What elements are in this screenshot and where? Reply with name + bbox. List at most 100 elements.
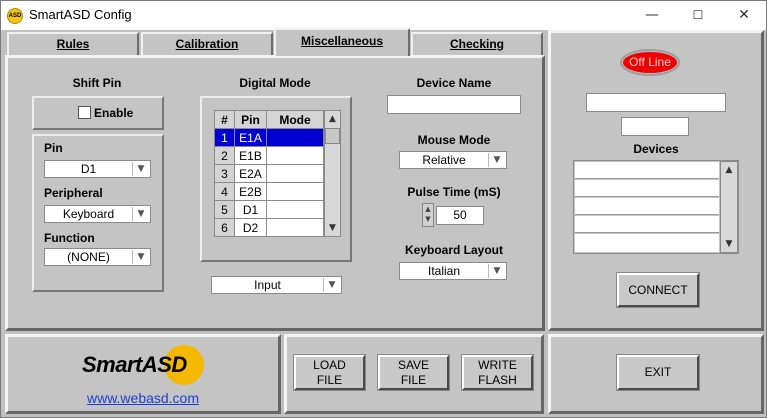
row-mode[interactable] [266, 182, 324, 201]
devices-label: Devices [633, 142, 679, 156]
row-number: 3 [214, 164, 235, 183]
table-row[interactable]: 1 E1A [214, 128, 324, 147]
row-number: 6 [214, 218, 235, 237]
pulse-time-stepper[interactable]: ▲ ▼ [422, 203, 434, 227]
digital-mode-table: # Pin Mode 1 E1A 2 E1B 3 E2A 4 E2B 5 D1 … [214, 110, 324, 237]
scroll-thumb[interactable] [325, 128, 340, 144]
row-pin: E1B [234, 146, 267, 165]
status-field-2 [621, 117, 689, 136]
save-file-label-1: SAVE [397, 357, 430, 372]
row-number: 5 [214, 200, 235, 219]
status-led-frame: Off Line [620, 49, 680, 76]
client-area: Rules Calibration Miscellaneous Checking… [1, 28, 766, 417]
scroll-up-icon[interactable]: ▲ [325, 111, 340, 127]
maximize-button[interactable]: ☐ [675, 1, 721, 30]
column-header: Pin [234, 110, 267, 129]
row-pin: E1A [234, 128, 267, 147]
exit-button[interactable]: EXIT [616, 354, 700, 391]
row-number: 4 [214, 182, 235, 201]
row-number: 1 [214, 128, 235, 147]
digital-mode-select[interactable]: Input ▼ [211, 276, 342, 294]
peripheral-select-value: Keyboard [62, 207, 115, 221]
tab-miscellaneous[interactable]: Miscellaneous [274, 28, 410, 56]
list-item[interactable] [575, 198, 719, 215]
column-header: # [214, 110, 235, 129]
pin-label: Pin [44, 141, 63, 155]
stepper-up-icon[interactable]: ▲ [423, 204, 433, 214]
row-mode[interactable] [266, 164, 324, 183]
row-pin: D1 [234, 200, 267, 219]
status-led: Off Line [623, 52, 677, 73]
save-file-button[interactable]: SAVE FILE [377, 354, 450, 391]
enable-checkbox[interactable] [78, 106, 91, 119]
keyboard-layout-select[interactable]: Italian ▼ [399, 262, 507, 280]
row-pin: E2B [234, 182, 267, 201]
table-row[interactable]: 3 E2A [214, 164, 324, 183]
table-row[interactable]: 2 E1B [214, 146, 324, 165]
function-select[interactable]: (NONE) ▼ [44, 248, 151, 266]
devices-scrollbar[interactable]: ▲ ▼ [720, 161, 738, 253]
row-mode[interactable] [266, 128, 324, 147]
logo-text: SmartASD [82, 352, 187, 377]
peripheral-label: Peripheral [44, 186, 103, 200]
pulse-time-input[interactable]: 50 [436, 206, 484, 225]
website-link[interactable]: www.webasd.com [8, 390, 278, 406]
row-mode[interactable] [266, 200, 324, 219]
tab-checking[interactable]: Checking [411, 32, 543, 56]
peripheral-select[interactable]: Keyboard ▼ [44, 205, 151, 223]
chevron-down-icon: ▼ [488, 264, 505, 278]
row-pin: E2A [234, 164, 267, 183]
pin-select[interactable]: D1 ▼ [44, 160, 151, 178]
stepper-down-icon[interactable]: ▼ [423, 214, 433, 224]
table-row[interactable]: 4 E2B [214, 182, 324, 201]
write-flash-label-1: WRITE [478, 357, 517, 372]
window-title: SmartASD Config [29, 7, 132, 22]
row-mode[interactable] [266, 218, 324, 237]
table-row[interactable]: 5 D1 [214, 200, 324, 219]
pulse-time-label: Pulse Time (mS) [407, 185, 501, 199]
keyboard-layout-value: Italian [427, 264, 461, 278]
digital-mode-title: Digital Mode [239, 76, 311, 90]
write-flash-label-2: FLASH [478, 372, 517, 387]
digital-mode-box: # Pin Mode 1 E1A 2 E1B 3 E2A 4 E2B 5 D1 … [200, 96, 352, 262]
title-bar: ASD SmartASD Config — ☐ ✕ [1, 1, 766, 30]
load-file-label-1: LOAD [313, 357, 346, 372]
scroll-down-icon[interactable]: ▼ [325, 220, 340, 236]
write-flash-button[interactable]: WRITE FLASH [461, 354, 534, 391]
table-row[interactable]: 6 D2 [214, 218, 324, 237]
exit-panel: EXIT [548, 334, 764, 414]
tab-rules[interactable]: Rules [7, 32, 139, 56]
close-button[interactable]: ✕ [721, 1, 767, 30]
scroll-up-icon[interactable]: ▲ [721, 162, 737, 178]
minimize-button[interactable]: — [629, 1, 675, 30]
keyboard-layout-label: Keyboard Layout [404, 243, 503, 257]
list-item[interactable] [575, 180, 719, 197]
scroll-down-icon[interactable]: ▼ [721, 236, 737, 252]
row-pin: D2 [234, 218, 267, 237]
enable-label: Enable [94, 106, 134, 120]
devices-list[interactable]: ▲ ▼ [573, 160, 739, 254]
device-name-input[interactable] [387, 95, 521, 114]
table-scrollbar[interactable]: ▲ ▼ [324, 110, 341, 237]
app-logo-icon: ASD [7, 8, 23, 24]
table-header: # Pin Mode [214, 110, 324, 129]
mouse-mode-value: Relative [422, 153, 466, 167]
tab-calibration[interactable]: Calibration [141, 32, 273, 56]
row-number: 2 [214, 146, 235, 165]
function-select-value: (NONE) [67, 250, 110, 264]
connection-panel: Off Line Devices ▲ ▼ CONNECT [548, 30, 764, 331]
status-field-1 [586, 93, 726, 112]
connect-button[interactable]: CONNECT [616, 272, 700, 308]
mouse-mode-select[interactable]: Relative ▼ [399, 151, 507, 169]
device-name-label: Device Name [416, 76, 492, 90]
logo-panel: SmartASD www.webasd.com [5, 334, 281, 414]
list-item[interactable] [575, 162, 719, 179]
row-mode[interactable] [266, 146, 324, 165]
list-item[interactable] [575, 216, 719, 233]
list-item[interactable] [575, 234, 719, 252]
load-file-button[interactable]: LOAD FILE [293, 354, 366, 391]
save-file-label-2: FILE [400, 372, 427, 387]
chevron-down-icon: ▼ [132, 162, 149, 176]
column-header: Mode [266, 110, 324, 129]
shift-pin-settings: Pin D1 ▼ Peripheral Keyboard ▼ Function … [32, 134, 164, 292]
